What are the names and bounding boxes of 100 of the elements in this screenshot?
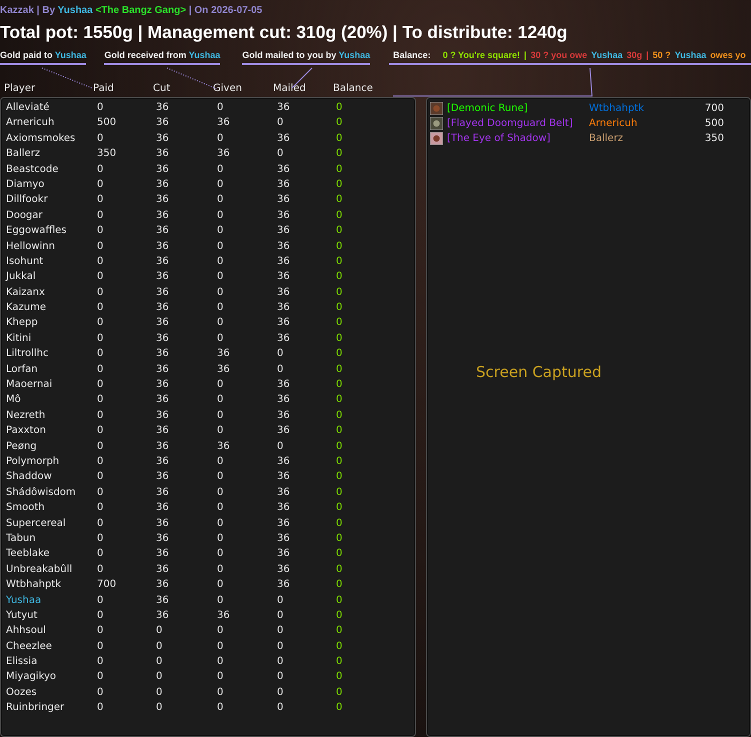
table-cell-text: Ruinbringer: [6, 701, 64, 716]
table-cell-text: Polymorph: [6, 454, 60, 469]
table-cell-text: 0: [217, 562, 224, 577]
table-cell-text: 0: [336, 440, 342, 454]
table-cell-text: 0: [336, 594, 342, 608]
table-cell-text: 36: [277, 378, 290, 392]
table-cell-text: Oozes: [6, 686, 37, 700]
table-cell-text: 0: [336, 608, 342, 623]
table-cell-text: 0: [97, 132, 104, 146]
table-cell-text: 0: [277, 640, 284, 654]
table-cell-text: 0: [217, 486, 224, 500]
column-header: Balance: [333, 83, 373, 94]
table-cell-text: 0: [217, 470, 224, 484]
table-cell-text: 0: [97, 393, 104, 408]
bid-amount: 350: [704, 133, 724, 144]
table-cell-text: 0: [97, 594, 104, 608]
header-text: | On 2026-07-05: [188, 5, 262, 16]
column-header: Paid: [93, 83, 114, 94]
table-cell-text: 0: [97, 208, 104, 223]
item-link[interactable]: [Demonic Rune]: [447, 103, 589, 114]
table-cell-text: 0: [217, 316, 224, 330]
table-cell-text: 36: [156, 562, 169, 577]
table-cell-text: 0: [336, 286, 342, 300]
table-cell-text: 36: [156, 486, 169, 500]
table-cell-text: 0: [97, 101, 104, 115]
table-cell-text: 0: [217, 270, 224, 284]
table-cell-text: 0: [217, 670, 224, 684]
item-link[interactable]: [Flayed Doomguard Belt]: [447, 118, 589, 129]
table-cell-text: 0: [336, 254, 342, 269]
table-cell-text: Cheezlee: [6, 640, 52, 654]
table-cell-text: 36: [156, 470, 169, 484]
table-cell-text: 0: [97, 655, 104, 670]
table-cell-text: Jukkal: [6, 270, 36, 284]
table-cell-text: 0: [217, 578, 224, 592]
table-cell-text: 36: [277, 332, 290, 346]
table-cell-text: 0: [156, 701, 162, 716]
table-cell-text: 0: [336, 240, 342, 254]
table-cell-text: 36: [156, 286, 169, 300]
table-cell-text: 0: [97, 178, 104, 192]
table-cell-text: 0: [156, 655, 162, 670]
table-cell-text: 36: [156, 240, 169, 254]
table-cell-text: 0: [336, 178, 342, 192]
table-cell-text: 36: [277, 101, 290, 115]
table-cell-text: Diamyo: [6, 178, 44, 192]
table-cell-text: 500: [97, 116, 116, 130]
table-cell-text: 0: [97, 486, 104, 500]
table-cell-text: 0: [97, 378, 104, 392]
table-cell-text: Shaddow: [6, 470, 52, 484]
table-cell-text: Ballerz: [6, 147, 40, 162]
table-cell-text: 36: [217, 347, 230, 362]
table-cell-text: 0: [97, 440, 104, 454]
table-cell-text: 0: [277, 655, 284, 670]
legend-label: Gold received from Yushaa: [104, 50, 220, 65]
table-cell-text: 0: [97, 640, 104, 654]
table-cell-text: 36: [156, 116, 169, 130]
table-cell-text: Kazume: [6, 301, 46, 316]
table-cell-text: Paxxton: [6, 424, 46, 438]
table-cell-text: Beastcode: [6, 162, 58, 177]
header-text: Yushaa: [58, 5, 93, 16]
table-cell-text: 0: [336, 270, 342, 284]
table-cell-text: 36: [156, 147, 169, 162]
table-cell-text: 0: [336, 670, 342, 684]
winner-name: Ballerz: [589, 133, 624, 144]
leader-line: [42, 68, 92, 88]
table-cell-text: 36: [156, 316, 169, 330]
table-cell-text: 0: [156, 640, 162, 654]
table-cell-text: 0: [97, 424, 104, 438]
table-cell-text: 0: [336, 116, 342, 130]
table-cell-text: 0: [97, 286, 104, 300]
item-link[interactable]: [The Eye of Shadow]: [447, 133, 589, 144]
table-cell-text: 36: [156, 408, 169, 423]
table-cell-text: 36: [156, 594, 169, 608]
table-cell-text: 0: [217, 162, 224, 177]
table-cell-text: 0: [217, 547, 224, 562]
table-cell-text: 0: [156, 624, 162, 638]
table-cell-text: 36: [277, 316, 290, 330]
table-cell-text: Peøng: [6, 440, 37, 454]
table-cell-text: 0: [97, 454, 104, 469]
table-cell-text: 36: [156, 454, 169, 469]
table-cell-text: 0: [336, 470, 342, 484]
table-cell-text: 36: [156, 501, 169, 516]
table-cell-text: 0: [97, 254, 104, 269]
table-cell-text: 0: [97, 270, 104, 284]
screen-captured-text: Screen Captured: [476, 363, 602, 381]
table-cell-text: 0: [97, 224, 104, 238]
table-cell-text: Liltrollhc: [6, 347, 48, 362]
table-cell-text: 0: [336, 347, 342, 362]
table-cell-text: 0: [97, 470, 104, 484]
table-cell-text: 36: [277, 547, 290, 562]
table-cell-text: Shádôwisdom: [6, 486, 76, 500]
table-cell-text: 36: [156, 101, 169, 115]
table-cell-text: 36: [277, 193, 290, 208]
table-cell-text: 36: [156, 516, 169, 531]
table-cell-text: 36: [156, 440, 169, 454]
table-cell-text: 0: [97, 301, 104, 316]
table-cell-text: 36: [277, 532, 290, 546]
balance-legend: Balance: 0 ? You're square! | 30 ? you owe Yushaa 30g | 50 ? Yushaa owes yo: [389, 50, 751, 65]
table-cell-text: 0: [277, 624, 284, 638]
item-icon: [430, 132, 443, 145]
table-cell-text: 0: [336, 624, 342, 638]
